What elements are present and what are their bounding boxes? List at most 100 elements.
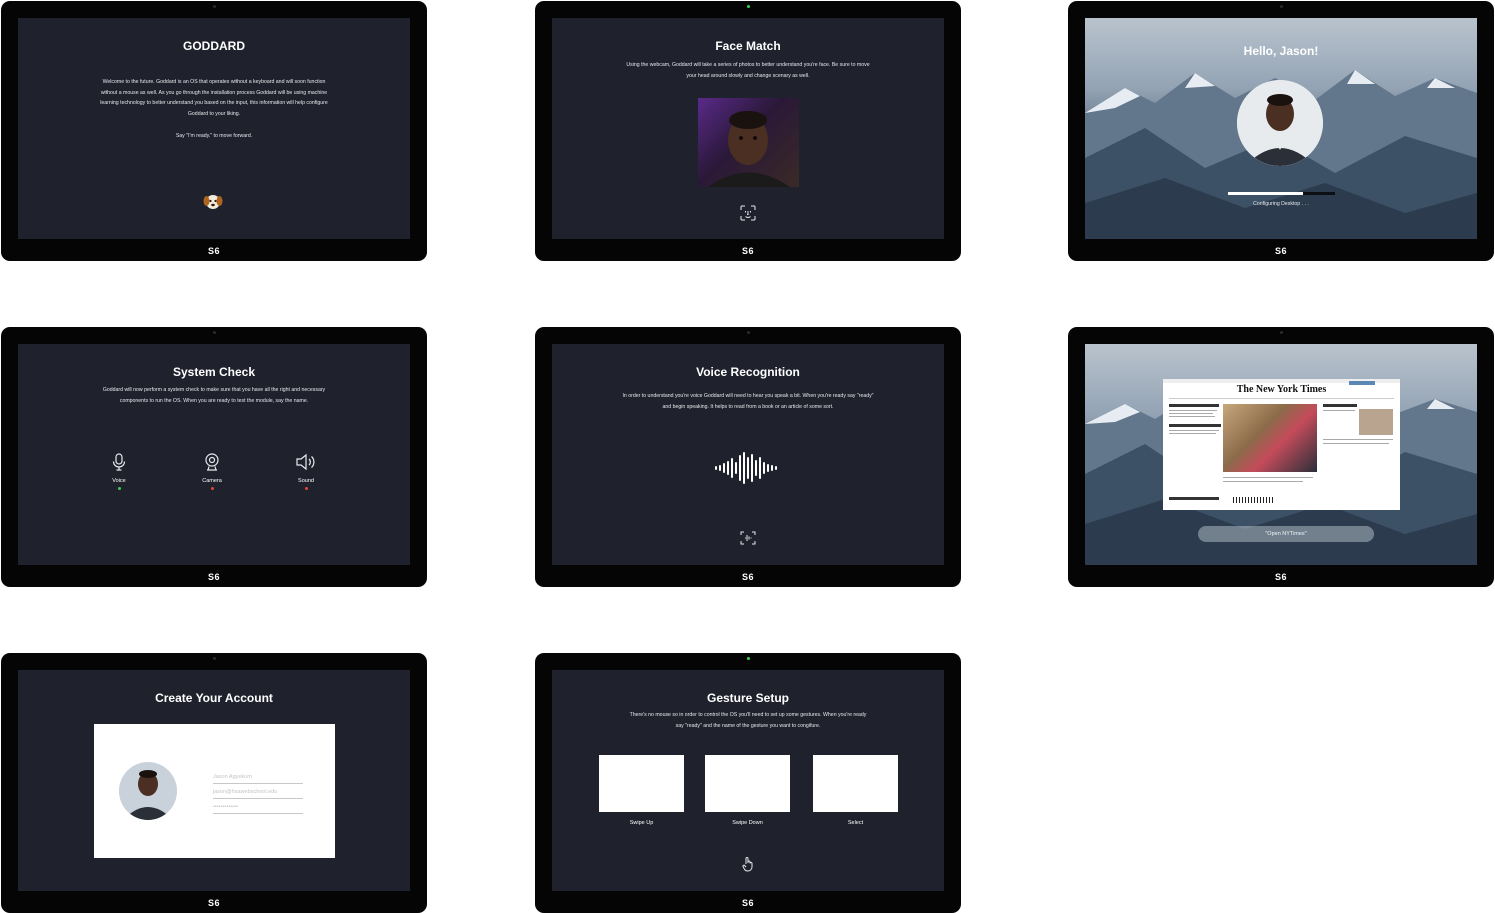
device-gesture-setup: Gesture Setup There's no mouse so in ord… <box>535 653 961 913</box>
check-label: Camera <box>202 478 222 484</box>
brand-logo: S6 <box>207 572 220 582</box>
screen-hello: Hello, Jason! Configuring Desktop . . . <box>1085 18 1477 239</box>
text-line <box>1169 413 1213 414</box>
progress-track <box>1228 192 1335 195</box>
screen-voice-recognition: Voice Recognition In order to understand… <box>552 344 944 565</box>
gesture-text: There's no mouse so in order to control … <box>629 712 867 729</box>
system-check-text: Goddard will now perform a system check … <box>102 387 326 404</box>
webcam-indicator <box>212 657 216 660</box>
subscribe-button[interactable] <box>1349 381 1375 385</box>
user-avatar <box>1237 80 1323 166</box>
brand-logo: S6 <box>207 898 220 908</box>
side-photo <box>1359 409 1393 435</box>
webcam-indicator <box>746 657 750 660</box>
brand-logo: S6 <box>207 246 220 256</box>
brand-logo: S6 <box>741 246 754 256</box>
screen-create-account: Create Your Account Jason Agyekum jason@… <box>18 670 410 891</box>
webcam-indicator <box>746 5 750 8</box>
status-text: Configuring Desktop . . . <box>1253 201 1309 207</box>
webcam-indicator <box>1279 331 1283 334</box>
screen-title: Create Your Account <box>155 691 273 705</box>
text-line <box>1223 477 1313 478</box>
site-title: The New York Times <box>1236 384 1327 395</box>
browser-window[interactable]: The New York Times <box>1163 379 1400 510</box>
webcam-preview <box>698 98 799 187</box>
status-dot <box>210 487 214 490</box>
screen-face-match: Face Match Using the webcam, Goddard wil… <box>552 18 944 239</box>
text-line <box>1169 416 1215 417</box>
check-sound[interactable]: Sound <box>286 453 326 490</box>
screen-welcome: GODDARD Welcome to the future. Goddard i… <box>18 18 410 239</box>
chart-graphic <box>1233 497 1273 503</box>
greeting-title: Hello, Jason! <box>1243 44 1319 58</box>
brand-logo: S6 <box>1274 246 1287 256</box>
device-create-account: Create Your Account Jason Agyekum jason@… <box>1 653 427 913</box>
text-line <box>1323 443 1389 444</box>
account-avatar[interactable] <box>119 762 177 820</box>
brand-logo: S6 <box>741 572 754 582</box>
brand-logo: S6 <box>1274 572 1287 582</box>
hand-pointer-icon <box>742 856 754 872</box>
text-line <box>1323 439 1393 440</box>
check-label: Sound <box>298 478 314 484</box>
email-field[interactable]: jason@hsawebschool.edu <box>213 789 303 799</box>
waveform-icon <box>714 451 782 485</box>
headline-bar <box>1169 497 1219 500</box>
voice-text: In order to understand you're voice Godd… <box>622 393 874 410</box>
device-system-check: System Check Goddard will now perform a … <box>1 327 427 587</box>
screen-title: GODDARD <box>183 39 245 53</box>
text-line <box>1223 481 1303 482</box>
voice-command-pill: "Open NYTimes" <box>1198 526 1374 542</box>
check-label: Voice <box>112 478 126 484</box>
screen-title: Face Match <box>715 39 781 53</box>
headline-bar <box>1169 424 1221 427</box>
device-voice-recognition: Voice Recognition In order to understand… <box>535 327 961 587</box>
face-match-text: Using the webcam, Goddard will take a se… <box>626 62 870 79</box>
nav-divider <box>1169 398 1394 399</box>
gesture-card-swipe-up[interactable] <box>599 755 684 812</box>
headline-bar <box>1169 404 1219 407</box>
gesture-card-select[interactable] <box>813 755 898 812</box>
webcam-indicator <box>212 5 216 8</box>
gesture-label: Swipe Up <box>629 820 654 826</box>
lead-photo <box>1223 404 1317 472</box>
progress-fill <box>1228 192 1303 195</box>
voice-id-icon <box>739 530 757 546</box>
account-card: Jason Agyekum jason@hsawebschool.edu •••… <box>94 724 335 858</box>
text-line <box>1169 433 1216 434</box>
screen-gesture-setup: Gesture Setup There's no mouse so in ord… <box>552 670 944 891</box>
screen-title: Gesture Setup <box>706 691 790 705</box>
gesture-label: Select <box>847 820 864 826</box>
text-line <box>1169 410 1217 411</box>
gesture-card-swipe-down[interactable] <box>705 755 790 812</box>
gesture-label: Swipe Down <box>732 820 763 826</box>
device-browser: The New York Times "Open NYTimes" S6 <box>1068 327 1494 587</box>
webcam-indicator <box>212 331 216 334</box>
face-id-icon <box>739 204 757 222</box>
headline-bar <box>1323 404 1357 407</box>
speaker-icon <box>296 453 315 471</box>
webcam-indicator <box>746 331 750 334</box>
status-dot <box>117 487 121 490</box>
name-field[interactable]: Jason Agyekum <box>213 774 303 784</box>
device-welcome: GODDARD Welcome to the future. Goddard i… <box>1 1 427 261</box>
brand-logo: S6 <box>741 898 754 908</box>
webcam-indicator <box>1279 5 1283 8</box>
webcam-icon <box>205 453 219 471</box>
text-line <box>1169 430 1219 431</box>
screen-system-check: System Check Goddard will now perform a … <box>18 344 410 565</box>
status-dot <box>304 487 308 490</box>
screen-title: System Check <box>172 365 256 379</box>
welcome-prompt: Say "I'm ready." to move forward. <box>175 133 253 139</box>
check-camera[interactable]: Camera <box>192 453 232 490</box>
dog-emoji-icon <box>202 191 224 211</box>
password-field[interactable]: ••••••••••••• <box>213 804 303 814</box>
microphone-icon <box>112 453 126 471</box>
check-voice[interactable]: Voice <box>99 453 139 490</box>
screen-browser: The New York Times "Open NYTimes" <box>1085 344 1477 565</box>
screen-title: Voice Recognition <box>696 365 800 379</box>
device-face-match: Face Match Using the webcam, Goddard wil… <box>535 1 961 261</box>
welcome-text: Welcome to the future. Goddard is an OS … <box>100 79 328 117</box>
text-line <box>1323 410 1355 411</box>
device-hello: Hello, Jason! Configuring Desktop . . . … <box>1068 1 1494 261</box>
